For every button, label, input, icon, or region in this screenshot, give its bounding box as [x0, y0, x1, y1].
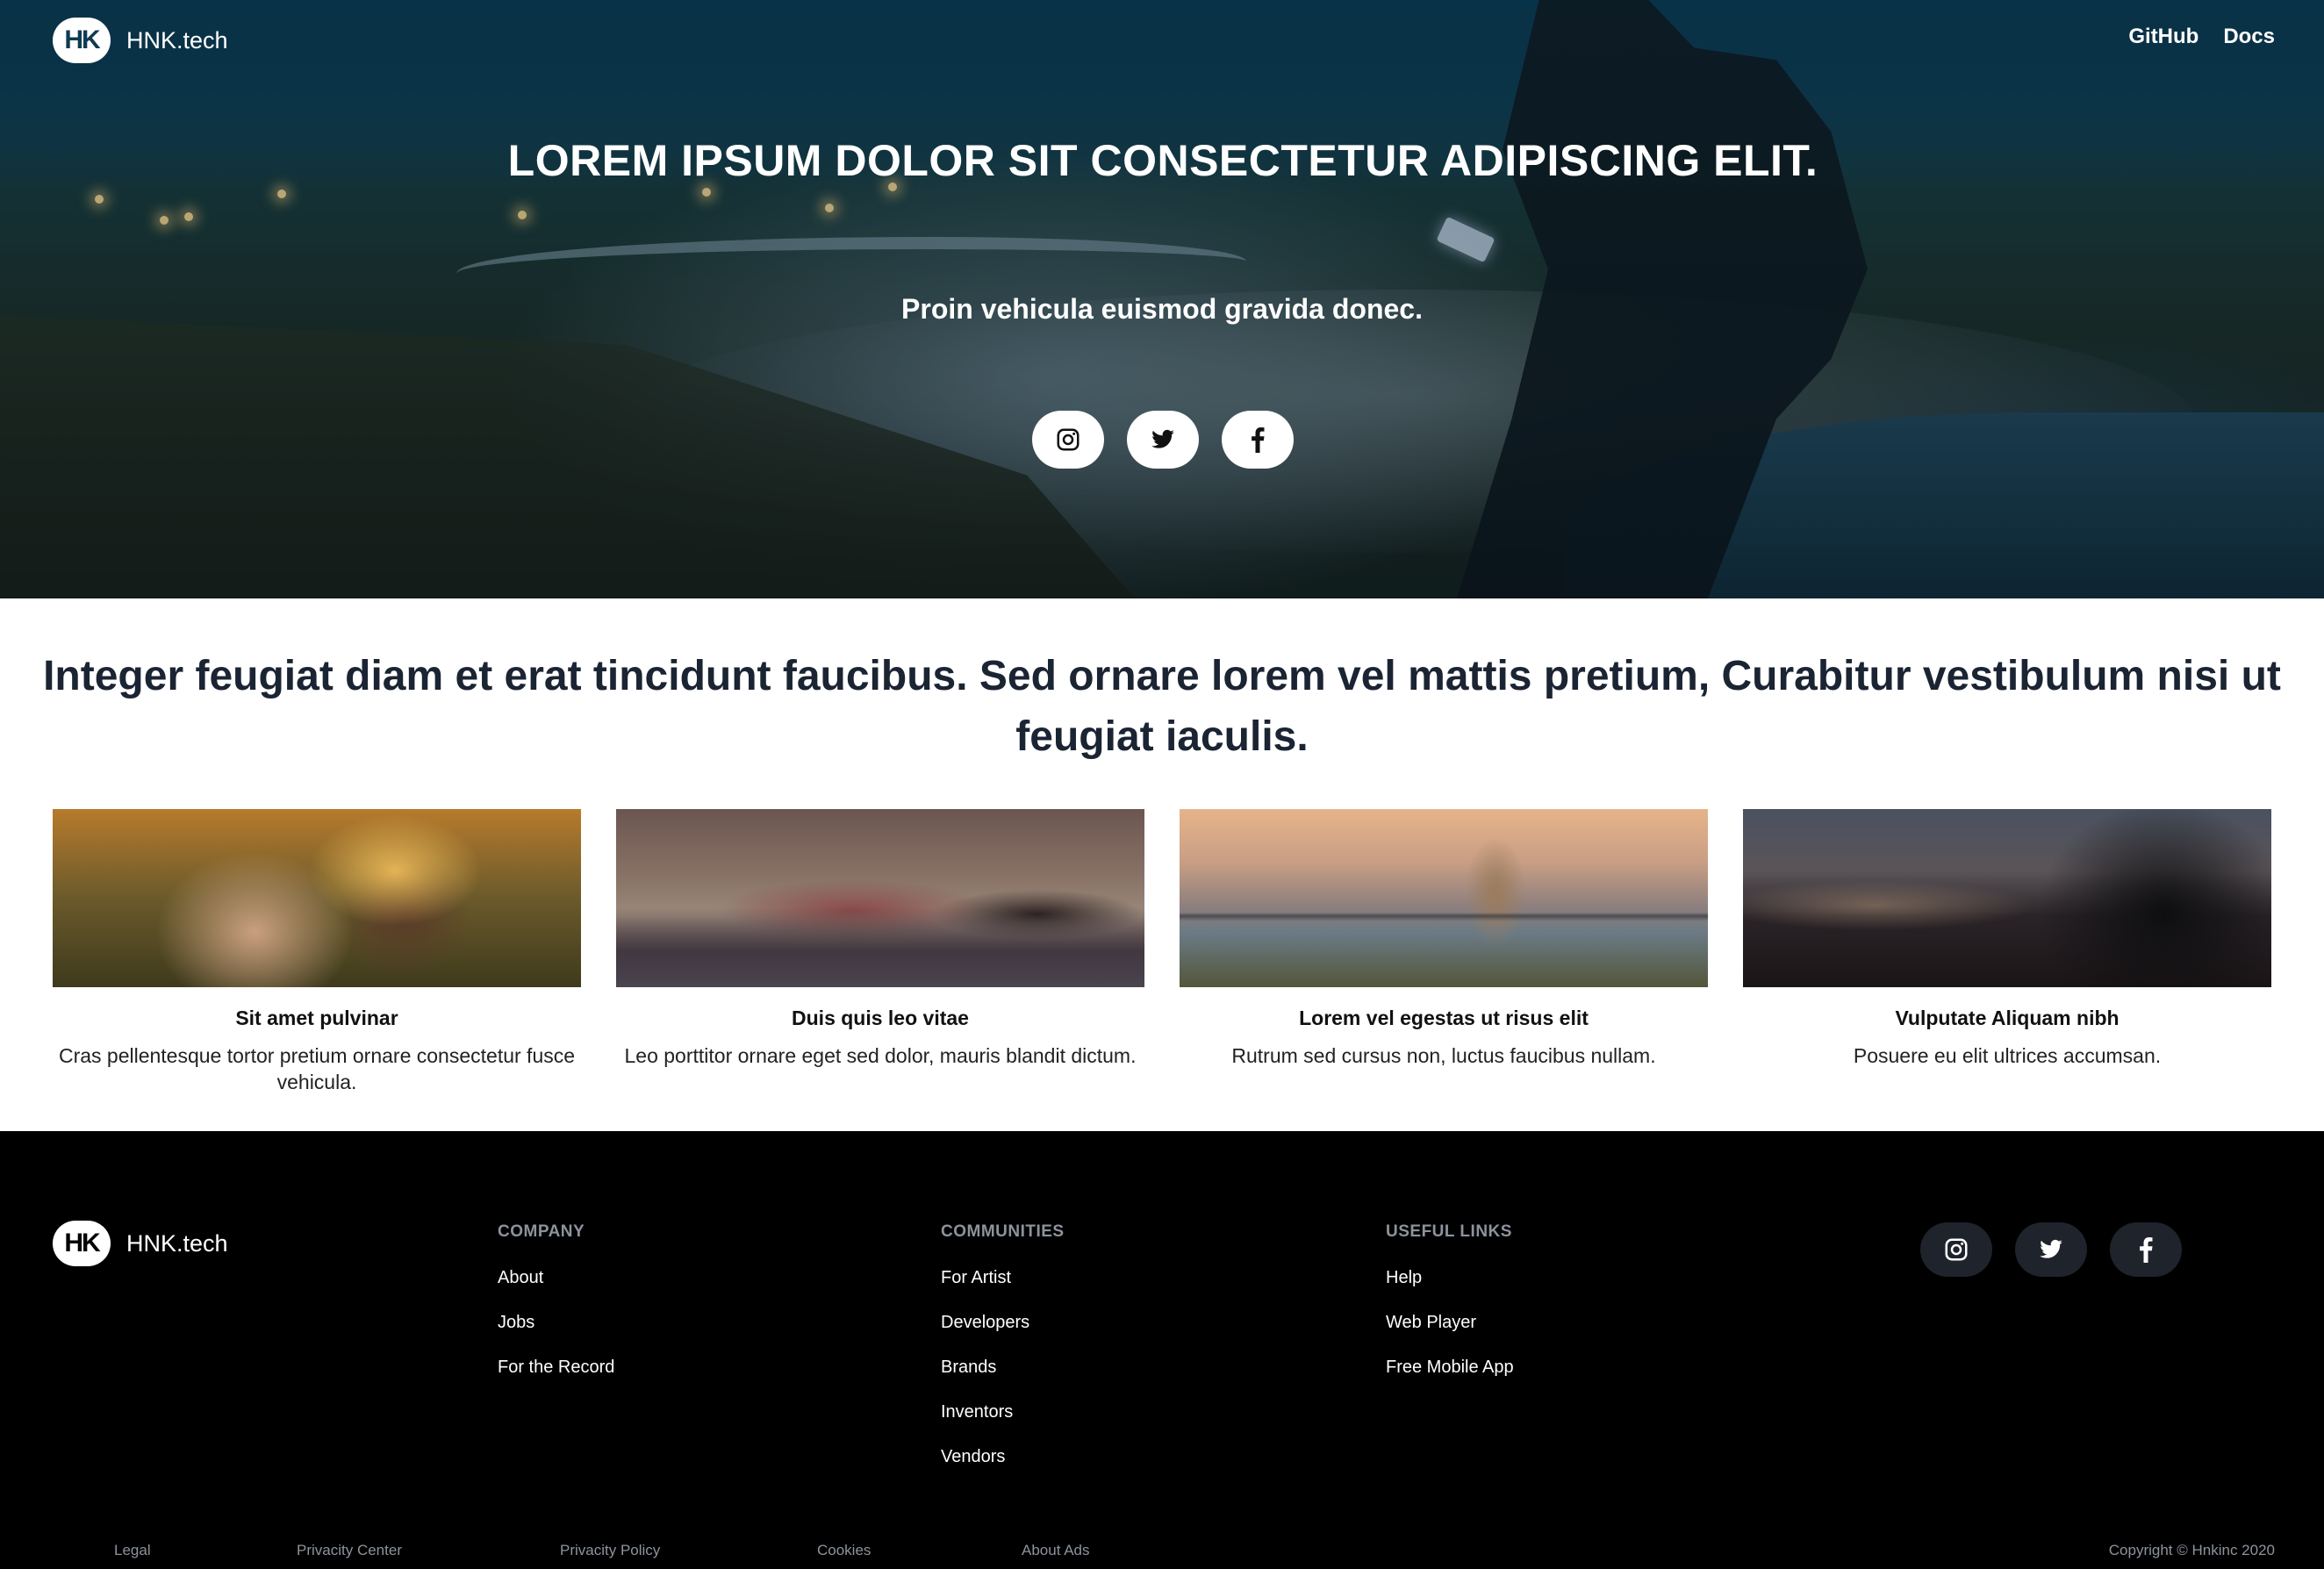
hero-subtitle: Proin vehicula euismod gravida donec.	[901, 293, 1423, 325]
footer-column-heading: COMPANY	[498, 1222, 585, 1241]
hero-twitter-button[interactable]	[1127, 411, 1199, 469]
card-image-saxophone	[1743, 809, 2271, 987]
footer-column-heading: USEFUL LINKS	[1386, 1222, 1512, 1241]
twitter-icon	[1151, 429, 1174, 448]
footer-column-company: COMPANY About Jobs For the Record	[498, 1222, 614, 1402]
footer-facebook-button[interactable]	[2110, 1222, 2182, 1277]
card-title: Lorem vel egestas ut risus elit	[1299, 1007, 1589, 1029]
footer-link-legal[interactable]: Legal	[114, 1542, 151, 1559]
footer-link-help[interactable]: Help	[1386, 1268, 1514, 1288]
footer-column-useful-links: USEFUL LINKS Help Web Player Free Mobile…	[1386, 1222, 1514, 1402]
hero-instagram-button[interactable]	[1032, 411, 1104, 469]
footer: HK HNK.tech COMPANY About Jobs For the R…	[0, 1131, 2324, 1569]
footer-link-jobs[interactable]: Jobs	[498, 1313, 614, 1333]
hero-title: LOREM IPSUM DOLOR SIT CONSECTETUR ADIPIS…	[507, 136, 1818, 185]
card-title: Vulputate Aliquam nibh	[1895, 1007, 2120, 1029]
brand-logo-text: HK	[64, 25, 100, 54]
card-description: Posuere eu elit ultrices accumsan.	[1853, 1044, 2162, 1067]
copyright-text: Copyright © Hnkinc 2020	[2108, 1542, 2275, 1558]
page: HK HNK.tech GitHub Docs LOREM IPSUM DOLO…	[0, 0, 2324, 1569]
footer-logo-text: HK	[64, 1229, 100, 1257]
feature-card[interactable]: Duis quis leo vitae Leo porttitor ornare…	[616, 809, 1144, 1095]
footer-column-heading: COMMUNITIES	[941, 1222, 1065, 1241]
feature-cards: Sit amet pulvinar Cras pellentesque tort…	[53, 809, 2273, 1095]
nav-link-github[interactable]: GitHub	[2128, 25, 2198, 49]
nav-links: GitHub Docs	[2128, 25, 2275, 49]
footer-link-vendors[interactable]: Vendors	[941, 1447, 1065, 1467]
footer-link-for-artist[interactable]: For Artist	[941, 1268, 1065, 1288]
footer-link-brands[interactable]: Brands	[941, 1358, 1065, 1378]
intro-heading: Integer feugiat diam et erat tincidunt f…	[43, 653, 2281, 760]
footer-link-privacity-center[interactable]: Privacity Center	[297, 1542, 402, 1559]
feature-card[interactable]: Sit amet pulvinar Cras pellentesque tort…	[53, 809, 581, 1095]
card-title: Sit amet pulvinar	[235, 1007, 398, 1029]
card-description: Rutrum sed cursus non, luctus faucibus n…	[1231, 1044, 1656, 1067]
card-description: Leo porttitor ornare eget sed dolor, mau…	[624, 1044, 1137, 1067]
hero-section: HK HNK.tech GitHub Docs LOREM IPSUM DOLO…	[0, 0, 2324, 598]
hero-social-buttons	[1032, 411, 1294, 469]
footer-column-communities: COMMUNITIES For Artist Developers Brands…	[941, 1222, 1065, 1492]
footer-link-developers[interactable]: Developers	[941, 1313, 1065, 1333]
twitter-icon	[2040, 1239, 2062, 1258]
footer-link-privacity-policy[interactable]: Privacity Policy	[560, 1542, 660, 1559]
feature-card[interactable]: Lorem vel egestas ut risus elit Rutrum s…	[1180, 809, 1708, 1095]
footer-twitter-button[interactable]	[2015, 1222, 2087, 1277]
footer-link-cookies[interactable]: Cookies	[817, 1542, 871, 1559]
facebook-icon	[2140, 1237, 2153, 1263]
footer-link-about[interactable]: About	[498, 1268, 614, 1288]
card-image-couple	[53, 809, 581, 987]
nav-link-docs[interactable]: Docs	[2223, 25, 2275, 49]
footer-social-buttons	[1920, 1222, 2182, 1277]
card-image-couch	[616, 809, 1144, 987]
instagram-icon	[1945, 1238, 1968, 1261]
card-description: Cras pellentesque tortor pretium ornare …	[58, 1044, 576, 1093]
footer-link-for-the-record[interactable]: For the Record	[498, 1358, 614, 1378]
footer-brand-link[interactable]: HK HNK.tech	[53, 1221, 228, 1266]
brand-link[interactable]: HK HNK.tech	[53, 18, 228, 63]
footer-link-web-player[interactable]: Web Player	[1386, 1313, 1514, 1333]
footer-link-inventors[interactable]: Inventors	[941, 1402, 1065, 1422]
brand-name: HNK.tech	[126, 26, 228, 54]
instagram-icon	[1057, 428, 1080, 451]
footer-brand-logo: HK	[53, 1221, 111, 1266]
footer-brand-name: HNK.tech	[126, 1229, 228, 1257]
footer-instagram-button[interactable]	[1920, 1222, 1992, 1277]
top-nav: HK HNK.tech GitHub Docs	[0, 0, 2324, 79]
facebook-icon	[1252, 427, 1265, 453]
footer-link-free-mobile-app[interactable]: Free Mobile App	[1386, 1358, 1514, 1378]
brand-logo: HK	[53, 18, 111, 63]
feature-card[interactable]: Vulputate Aliquam nibh Posuere eu elit u…	[1743, 809, 2271, 1095]
hero-facebook-button[interactable]	[1222, 411, 1294, 469]
card-image-railing	[1180, 809, 1708, 987]
footer-link-about-ads[interactable]: About Ads	[1022, 1542, 1090, 1559]
card-title: Duis quis leo vitae	[792, 1007, 969, 1029]
